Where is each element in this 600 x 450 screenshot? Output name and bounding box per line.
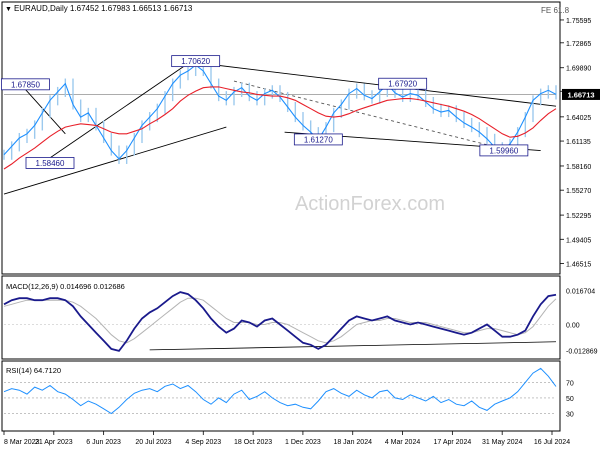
rsi-tick-label: 50 <box>566 396 574 403</box>
x-tick-label: 20 Jul 2023 <box>135 439 171 446</box>
macd-tick-label: -0.012869 <box>566 349 598 356</box>
x-tick-label: 4 Mar 2024 <box>385 439 421 446</box>
current-price-tag-label: 1.66713 <box>567 90 594 99</box>
price-tick-label: 1.46515 <box>566 261 591 268</box>
x-tick-label: 21 Apr 2023 <box>35 439 73 446</box>
annotation-label: 1.61270 <box>304 135 333 144</box>
price-tick-label: 1.75595 <box>566 18 591 25</box>
rsi-tick-label: 30 <box>566 411 574 418</box>
x-tick-label: 18 Oct 2023 <box>234 439 272 446</box>
macd-label: MACD(12,26,9) 0.014696 0.012686 <box>6 282 125 291</box>
chart-header: ▼ EURAUD,Daily 1.67452 1.67983 1.66513 1.… <box>5 4 192 13</box>
macd-tick-label: 0.016704 <box>566 289 595 296</box>
dropdown-triangle-icon[interactable]: ▼ <box>5 6 12 13</box>
x-tick-label: 6 Jun 2023 <box>86 439 121 446</box>
symbol-label: EURAUD,Daily <box>13 4 68 13</box>
price-tick-label: 1.49405 <box>566 237 591 244</box>
price-tick-label: 1.72865 <box>566 41 591 48</box>
fibonacci-note: FE 61.8 <box>541 6 569 15</box>
fe-label: FE 61.8 <box>541 6 570 15</box>
rsi-tick-label: 70 <box>566 380 574 387</box>
price-tick-label: 1.61135 <box>566 139 591 146</box>
x-tick-label: 4 Sep 2023 <box>185 439 221 446</box>
annotation-label: 1.70620 <box>181 57 210 66</box>
x-tick-label: 31 May 2024 <box>482 439 523 446</box>
rsi-label: RSI(14) 64.7120 <box>6 366 61 375</box>
macd-tick-label: 0.00 <box>566 323 580 330</box>
price-tick-label: 1.64025 <box>566 115 591 122</box>
price-tick-label: 1.69890 <box>566 66 591 73</box>
annotation-label: 1.59960 <box>489 146 518 155</box>
x-tick-label: 18 Jan 2024 <box>333 439 372 446</box>
chart-canvas: ActionForex.com 1.67850 1.58460 1.70620 1.6… <box>0 0 600 450</box>
price-tick-label: 1.52295 <box>566 213 591 220</box>
x-tick-label: 1 Dec 2023 <box>285 439 321 446</box>
watermark: ActionForex.com <box>295 193 445 215</box>
price-tick-label: 1.58160 <box>566 164 591 171</box>
x-tick-label: 17 Apr 2024 <box>433 439 471 446</box>
annotation-label: 1.58460 <box>36 159 65 168</box>
x-tick-label: 16 Jul 2024 <box>534 439 570 446</box>
ohlc-values: 1.67452 1.67983 1.66513 1.66713 <box>69 4 193 13</box>
price-tick-label: 1.55270 <box>566 188 591 195</box>
annotation-label: 1.67850 <box>11 80 40 89</box>
annotation-label: 1.67920 <box>388 80 417 89</box>
